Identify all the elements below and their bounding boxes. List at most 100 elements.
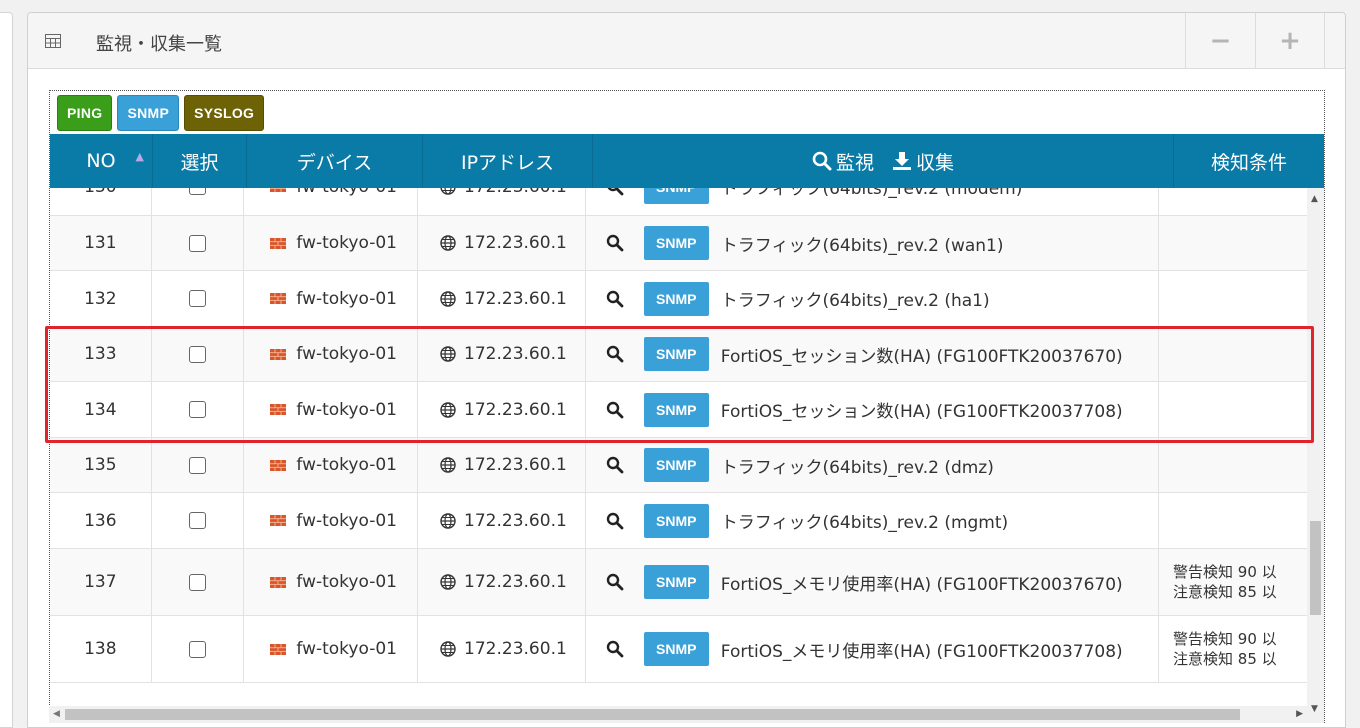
row-device-link[interactable]: fw-tokyo-01 <box>296 455 397 475</box>
row-device-link[interactable]: fw-tokyo-01 <box>296 344 397 364</box>
horizontal-scrollbar[interactable]: ◀ ▶ <box>49 706 1307 723</box>
table-row[interactable]: 134 fw-tokyo-01 172.23.60.1 SNMP FortiOS… <box>50 382 1307 438</box>
scroll-right-icon[interactable]: ▶ <box>1296 709 1303 719</box>
row-device-cell: fw-tokyo-01 <box>244 616 419 682</box>
row-ip-cell: 172.23.60.1 <box>418 616 586 682</box>
row-monitor-name[interactable]: FortiOS_メモリ使用率(HA) (FG100FTK20037708) <box>721 637 1123 662</box>
scroll-down-icon[interactable]: ▼ <box>1311 704 1318 714</box>
row-monitor-cell: SNMP FortiOS_セッション数(HA) (FG100FTK2003770… <box>586 382 1160 437</box>
row-device-link[interactable]: fw-tokyo-01 <box>296 233 397 253</box>
vertical-scrollbar[interactable]: ▲ ▼ <box>1307 188 1324 723</box>
row-no: 138 <box>50 616 152 682</box>
globe-icon <box>440 188 456 195</box>
firewall-icon <box>270 643 287 655</box>
row-checkbox[interactable] <box>189 512 207 529</box>
row-device-link[interactable]: fw-tokyo-01 <box>296 289 397 309</box>
row-device-link[interactable]: fw-tokyo-01 <box>296 511 397 531</box>
row-monitor-cell: SNMP トラフィック(64bits)_rev.2 (dmz) <box>586 438 1160 492</box>
expand-button[interactable]: + <box>1255 13 1325 68</box>
column-header-select[interactable]: 選択 <box>153 134 247 188</box>
row-monitor-name[interactable]: トラフィック(64bits)_rev.2 (dmz) <box>721 453 994 478</box>
row-monitor-name[interactable]: トラフィック(64bits)_rev.2 (modem) <box>721 188 1023 199</box>
row-ip: 172.23.60.1 <box>464 510 567 531</box>
row-select-cell <box>152 438 245 492</box>
row-device-link[interactable]: fw-tokyo-01 <box>296 400 397 420</box>
table-row[interactable]: 132 fw-tokyo-01 172.23.60.1 SNMP トラフィック(… <box>50 271 1307 327</box>
ping-filter-button[interactable]: PING <box>57 95 113 131</box>
row-no: 134 <box>50 382 152 437</box>
globe-icon <box>440 346 456 362</box>
snmp-filter-button[interactable]: SNMP <box>117 95 180 131</box>
row-ip-cell: 172.23.60.1 <box>418 438 586 492</box>
column-header-no-label: NO <box>86 150 116 172</box>
globe-icon <box>440 512 456 529</box>
column-header-ip[interactable]: IPアドレス <box>423 134 593 188</box>
row-monitor-name[interactable]: FortiOS_セッション数(HA) (FG100FTK20037670) <box>721 342 1123 367</box>
row-checkbox[interactable] <box>189 640 207 658</box>
row-monitor-cell: SNMP FortiOS_メモリ使用率(HA) (FG100FTK2003767… <box>586 549 1160 615</box>
table-header: NO ▲ 選択 デバイス IPアドレス 監視 収集 検知条件 <box>50 134 1324 188</box>
row-select-cell <box>152 493 245 548</box>
row-checkbox[interactable] <box>189 234 207 252</box>
search-icon[interactable] <box>606 573 624 591</box>
table-icon <box>45 34 61 48</box>
column-header-device[interactable]: デバイス <box>247 134 423 188</box>
snmp-badge: SNMP <box>643 188 709 204</box>
globe-icon <box>440 235 456 251</box>
row-monitor-name[interactable]: トラフィック(64bits)_rev.2 (wan1) <box>721 231 1004 256</box>
row-condition-cell <box>1159 216 1307 270</box>
row-condition-cell <box>1159 382 1307 437</box>
row-device-link[interactable]: fw-tokyo-01 <box>296 572 397 592</box>
row-monitor-name[interactable]: トラフィック(64bits)_rev.2 (ha1) <box>721 286 990 311</box>
row-checkbox[interactable] <box>189 345 207 363</box>
column-header-monitor-collect[interactable]: 監視 収集 <box>593 134 1174 188</box>
firewall-icon <box>270 348 287 360</box>
row-monitor-name[interactable]: トラフィック(64bits)_rev.2 (mgmt) <box>721 508 1008 533</box>
collapse-button[interactable]: − <box>1185 13 1255 68</box>
row-device-cell: fw-tokyo-01 <box>244 382 419 437</box>
table-row[interactable]: 133 fw-tokyo-01 172.23.60.1 SNMP FortiOS… <box>50 327 1307 382</box>
vertical-scroll-thumb[interactable] <box>1310 521 1321 615</box>
row-checkbox[interactable] <box>189 401 207 418</box>
row-ip: 172.23.60.1 <box>464 399 567 420</box>
row-ip: 172.23.60.1 <box>464 455 567 475</box>
syslog-filter-button[interactable]: SYSLOG <box>184 95 265 131</box>
column-header-condition[interactable]: 検知条件 <box>1174 134 1324 188</box>
row-checkbox[interactable] <box>189 573 207 591</box>
row-ip: 172.23.60.1 <box>464 188 567 197</box>
table-row[interactable]: 137 fw-tokyo-01 172.23.60.1 SNMP FortiOS… <box>50 549 1307 616</box>
row-checkbox[interactable] <box>189 188 207 195</box>
row-monitor-name[interactable]: FortiOS_メモリ使用率(HA) (FG100FTK20037670) <box>721 570 1123 595</box>
search-icon[interactable] <box>606 234 624 252</box>
row-device-cell: fw-tokyo-01 <box>244 549 419 615</box>
table-row[interactable]: 135 fw-tokyo-01 172.23.60.1 SNMP トラフィック(… <box>50 438 1307 493</box>
firewall-icon <box>270 188 287 192</box>
row-checkbox[interactable] <box>189 290 207 307</box>
horizontal-scroll-thumb[interactable] <box>65 709 1240 720</box>
scroll-up-icon[interactable]: ▲ <box>1311 194 1318 204</box>
collect-label: 収集 <box>916 151 955 174</box>
search-icon[interactable] <box>606 345 624 363</box>
monitor-collect-panel: 監視・収集一覧 − + PING SNMP SYSLOG NO ▲ 選択 デバイ… <box>27 12 1346 728</box>
row-no: 131 <box>50 216 152 270</box>
table-row[interactable]: 138 fw-tokyo-01 172.23.60.1 SNMP FortiOS… <box>50 616 1307 683</box>
globe-icon <box>440 641 456 657</box>
scroll-left-icon[interactable]: ◀ <box>53 709 60 719</box>
search-icon[interactable] <box>606 512 624 530</box>
row-device-link[interactable]: fw-tokyo-01 <box>296 639 397 659</box>
row-condition-cell <box>1159 188 1307 215</box>
search-icon[interactable] <box>606 188 624 196</box>
row-device-link[interactable]: fw-tokyo-01 <box>296 188 397 197</box>
row-condition-cell <box>1159 438 1307 492</box>
search-icon[interactable] <box>606 290 624 308</box>
search-icon[interactable] <box>606 456 624 474</box>
table-row[interactable]: 130 fw-tokyo-01 <box>50 188 1307 216</box>
column-header-no[interactable]: NO ▲ <box>50 134 153 188</box>
row-monitor-name[interactable]: FortiOS_セッション数(HA) (FG100FTK20037708) <box>721 397 1123 422</box>
table-row[interactable]: 131 fw-tokyo-01 172.23.60.1 SNMP トラフィック(… <box>50 216 1307 271</box>
table-row[interactable]: 136 fw-tokyo-01 172.23.60.1 SNMP トラフィック(… <box>50 493 1307 549</box>
search-icon[interactable] <box>606 401 624 419</box>
row-condition-cell: 警告検知 90 以 注意検知 85 以 <box>1159 616 1307 682</box>
search-icon[interactable] <box>606 640 624 658</box>
row-checkbox[interactable] <box>189 456 207 474</box>
